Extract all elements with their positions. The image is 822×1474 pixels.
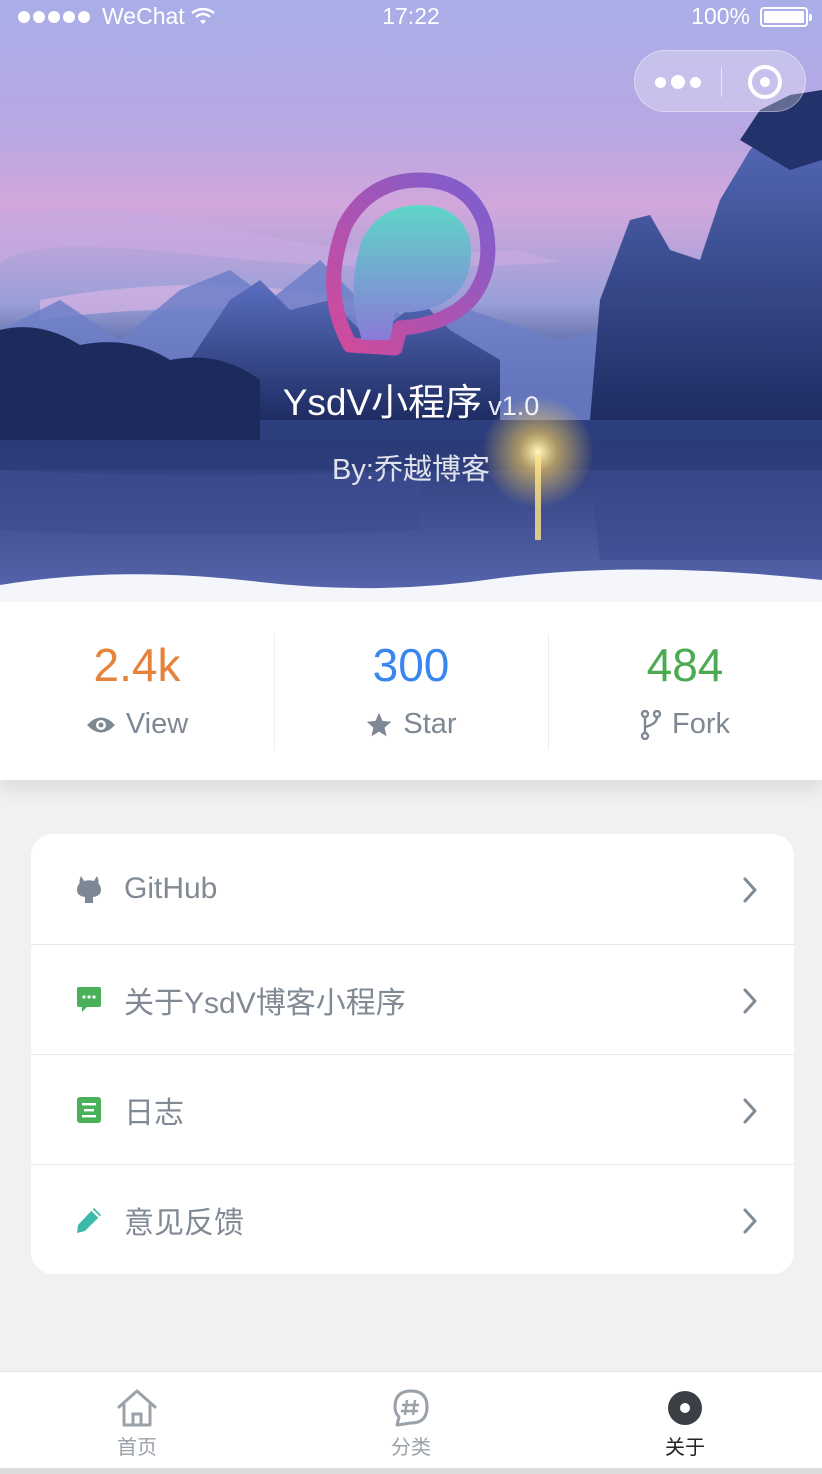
chevron-right-icon [743, 1098, 757, 1124]
menu-item-github[interactable]: GitHub [31, 834, 794, 944]
tab-about-label: 关于 [665, 1437, 705, 1459]
battery-percent: 100% [691, 3, 750, 29]
hero-banner: WeChat 17:22 100% YsdV小程序 v1.0 By:乔越博客 [0, 0, 822, 605]
about-disc-icon [668, 1391, 702, 1425]
menu-item-log[interactable]: 日志 [31, 1054, 794, 1164]
tab-home-label: 首页 [117, 1437, 157, 1459]
app-author: By:乔越博客 [332, 454, 490, 486]
chevron-right-icon [743, 1208, 757, 1234]
tab-category-label: 分类 [391, 1437, 431, 1459]
stat-star-value: 300 [372, 639, 450, 691]
eye-icon [86, 717, 115, 732]
menu-label-log: 日志 [124, 1096, 184, 1130]
pencil-icon [74, 1205, 104, 1235]
chat-icon [74, 985, 104, 1015]
app-name: YsdV小程序 [282, 382, 483, 423]
more-dots-icon[interactable] [635, 51, 721, 113]
star-icon [367, 712, 392, 736]
tab-about[interactable]: 关于 [548, 1372, 822, 1468]
menu-item-feedback[interactable]: 意见反馈 [31, 1164, 794, 1274]
miniprogram-capsule [634, 50, 806, 112]
target-circle-icon[interactable] [722, 51, 807, 113]
battery-status: 100% [691, 3, 812, 30]
stat-fork[interactable]: 484 Fork [548, 602, 822, 780]
stat-fork-value: 484 [646, 639, 724, 691]
tab-home[interactable]: 首页 [0, 1372, 274, 1468]
hashtag-chat-icon [393, 1389, 429, 1427]
stat-view-value: 2.4k [93, 639, 181, 691]
chevron-right-icon [743, 988, 757, 1014]
tab-category[interactable]: 分类 [274, 1372, 548, 1468]
log-icon [74, 1095, 104, 1125]
app-root: WeChat 17:22 100% YsdV小程序 v1.0 By:乔越博客 2… [0, 0, 822, 1474]
menu-label-about: 关于YsdV博客小程序 [124, 986, 406, 1020]
home-indicator-strip [0, 1468, 822, 1474]
home-icon [117, 1389, 157, 1427]
stat-star-label: Star [403, 708, 457, 740]
menu-label-feedback: 意见反馈 [124, 1206, 244, 1240]
repo-stats-card: 2.4k View 300 Star 484 Fork [0, 602, 822, 780]
menu-item-about[interactable]: 关于YsdV博客小程序 [31, 944, 794, 1054]
fork-icon [640, 709, 662, 740]
bottom-tab-bar: 首页 分类 关于 [0, 1371, 822, 1468]
stat-view-label: View [125, 708, 189, 740]
menu-label-github: GitHub [124, 872, 218, 905]
battery-icon [760, 6, 812, 27]
chevron-right-icon [743, 877, 757, 903]
github-icon [74, 874, 104, 904]
app-title: YsdV小程序 v1.0 [0, 372, 822, 426]
stat-fork-label: Fork [672, 708, 730, 740]
status-bar: WeChat 17:22 100% [0, 0, 822, 34]
stat-star[interactable]: 300 Star [274, 602, 548, 780]
settings-menu: GitHub 关于YsdV博客小程序 日志 意见反馈 [31, 834, 794, 1274]
stat-view[interactable]: 2.4k View [0, 602, 274, 780]
app-version: v1.0 [488, 391, 540, 421]
